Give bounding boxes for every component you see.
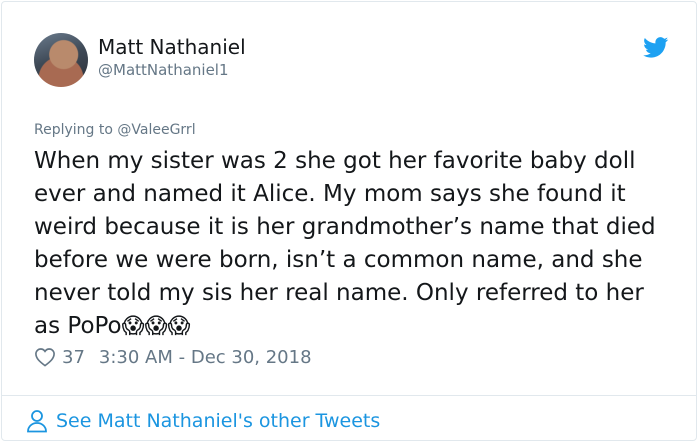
tweet-body: When my sister was 2 she got her favorit… [34, 148, 656, 339]
twitter-bird-icon[interactable] [643, 37, 669, 58]
avatar[interactable] [34, 33, 88, 87]
person-icon [27, 410, 47, 433]
replying-to-label: Replying to [34, 122, 118, 138]
tweet-card: Matt Nathaniel @MattNathaniel1 Replying … [1, 1, 697, 441]
divider [2, 395, 696, 396]
author-handle[interactable]: @MattNathaniel1 [98, 61, 229, 79]
other-tweets-link[interactable]: See Matt Nathaniel's other Tweets [26, 407, 380, 435]
like-count[interactable]: 37 [62, 347, 85, 368]
timestamp-link[interactable]: 3:30 AM - Dec 30, 2018 [99, 347, 312, 368]
tweet-text: When my sister was 2 she got her favorit… [34, 145, 674, 343]
author-name[interactable]: Matt Nathaniel [98, 35, 246, 59]
tweet-meta: 37 3:30 AM - Dec 30, 2018 [34, 345, 312, 369]
heart-icon[interactable] [34, 347, 56, 367]
other-tweets-label: See Matt Nathaniel's other Tweets [56, 410, 381, 432]
reply-mention-link[interactable]: @ValeeGrrl [117, 122, 195, 138]
replying-to: Replying to @ValeeGrrl [34, 122, 196, 138]
screaming-face-emoji: 😱😱😱 [121, 314, 191, 339]
